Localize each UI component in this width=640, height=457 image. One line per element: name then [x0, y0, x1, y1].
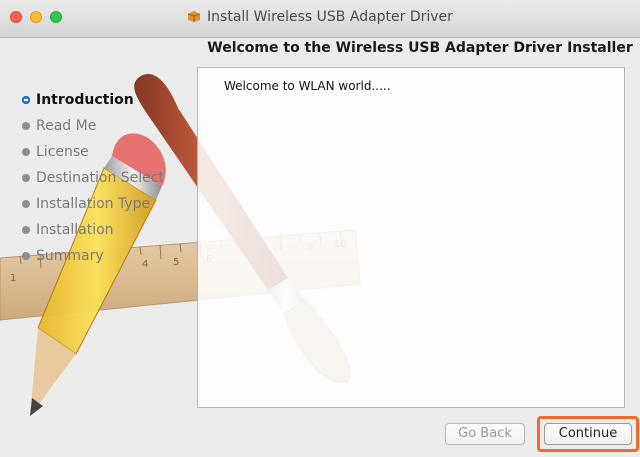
step-summary: Summary	[22, 246, 164, 272]
step-label: Installation Type	[36, 196, 151, 212]
page-title: Welcome to the Wireless USB Adapter Driv…	[207, 40, 633, 56]
go-back-button[interactable]: Go Back	[445, 423, 525, 445]
step-label: License	[36, 144, 89, 160]
step-bullet-icon	[22, 174, 30, 182]
active-step-bullet-icon	[22, 96, 30, 104]
installer-window: Install Wireless USB Adapter Driver Welc…	[0, 0, 640, 457]
step-label: Installation	[36, 222, 114, 238]
step-installation: Installation	[22, 220, 164, 246]
title-bar[interactable]: Install Wireless USB Adapter Driver	[0, 0, 640, 38]
step-license: License	[22, 142, 164, 168]
welcome-message: Welcome to WLAN world.....	[224, 79, 391, 93]
step-bullet-icon	[22, 200, 30, 208]
window-title-group: Install Wireless USB Adapter Driver	[0, 9, 640, 25]
ruler-mark: 5	[173, 257, 179, 268]
step-label: Summary	[36, 248, 104, 264]
step-label: Read Me	[36, 118, 97, 134]
step-bullet-icon	[22, 226, 30, 234]
step-label: Introduction	[36, 92, 134, 108]
ruler-mark: 1	[10, 273, 16, 284]
installer-steps: Introduction Read Me License Destination…	[22, 90, 164, 272]
step-destination-select: Destination Select	[22, 168, 164, 194]
content-pane[interactable]: Welcome to WLAN world.....	[197, 67, 625, 408]
step-label: Destination Select	[36, 170, 164, 186]
package-icon	[187, 11, 201, 22]
step-installation-type: Installation Type	[22, 194, 164, 220]
continue-button[interactable]: Continue	[544, 423, 632, 445]
step-bullet-icon	[22, 122, 30, 130]
step-read-me: Read Me	[22, 116, 164, 142]
step-bullet-icon	[22, 252, 30, 260]
step-introduction: Introduction	[22, 90, 164, 116]
step-bullet-icon	[22, 148, 30, 156]
window-title: Install Wireless USB Adapter Driver	[207, 9, 453, 25]
